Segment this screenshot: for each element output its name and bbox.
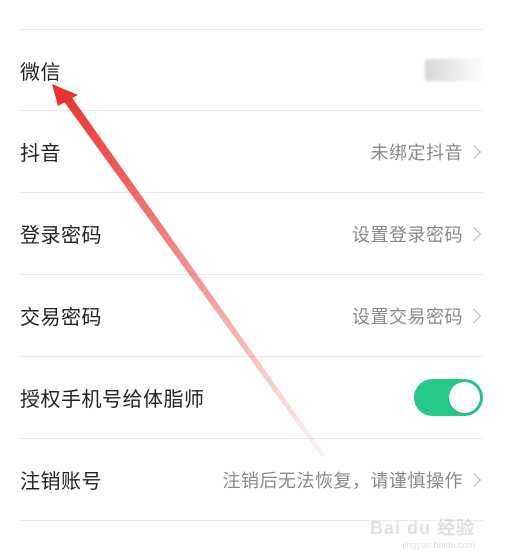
row-right-trade-password: 设置交易密码 xyxy=(352,303,483,329)
masked-wechat-account xyxy=(425,59,483,81)
settings-row-wechat[interactable]: 微信 xyxy=(20,29,483,111)
row-label-delete-account: 注销账号 xyxy=(20,469,102,493)
row-right-delete-account: 注销后无法恢复，请谨慎操作 xyxy=(223,467,484,493)
chevron-right-icon xyxy=(466,144,482,159)
chevron-right-icon xyxy=(466,472,482,487)
settings-row-login-password[interactable]: 登录密码 设置登录密码 xyxy=(20,193,483,275)
row-value-trade-password: 设置交易密码 xyxy=(352,306,463,328)
row-value-delete-account: 注销后无法恢复，请谨慎操作 xyxy=(222,470,463,492)
row-label-wechat: 微信 xyxy=(20,59,61,84)
row-label-douyin: 抖音 xyxy=(20,141,61,165)
row-value-douyin: 未绑定抖音 xyxy=(370,142,463,164)
watermark-main-text: Bai du 经验 xyxy=(369,518,475,538)
authorize-phone-toggle[interactable] xyxy=(414,379,483,416)
row-label-trade-password: 交易密码 xyxy=(20,305,102,329)
row-right-wechat xyxy=(425,59,483,81)
row-label-login-password: 登录密码 xyxy=(20,223,102,247)
chevron-right-icon xyxy=(466,308,482,323)
settings-row-trade-password[interactable]: 交易密码 设置交易密码 xyxy=(20,275,483,357)
settings-list: 微信 抖音 未绑定抖音 登录密码 设置登录密码 交易密码 设置交易密码 授权手机… xyxy=(20,29,483,521)
row-label-authorize-phone: 授权手机号给体脂师 xyxy=(20,387,205,411)
settings-row-delete-account[interactable]: 注销账号 注销后无法恢复，请谨慎操作 xyxy=(20,439,483,521)
settings-page: 微信 抖音 未绑定抖音 登录密码 设置登录密码 交易密码 设置交易密码 授权手机… xyxy=(0,0,505,556)
row-right-douyin: 未绑定抖音 xyxy=(371,139,484,165)
row-value-login-password: 设置登录密码 xyxy=(352,224,463,246)
settings-row-douyin[interactable]: 抖音 未绑定抖音 xyxy=(20,111,483,193)
row-right-login-password: 设置登录密码 xyxy=(352,221,483,247)
settings-row-authorize-phone: 授权手机号给体脂师 xyxy=(20,357,483,439)
toggle-knob xyxy=(449,382,480,413)
row-right-authorize-phone xyxy=(414,379,483,416)
watermark-sub-text: jingyan.baidu.com xyxy=(402,540,475,550)
chevron-right-icon xyxy=(466,226,482,241)
watermark: Bai du 经验 jingyan.baidu.com xyxy=(370,514,475,550)
